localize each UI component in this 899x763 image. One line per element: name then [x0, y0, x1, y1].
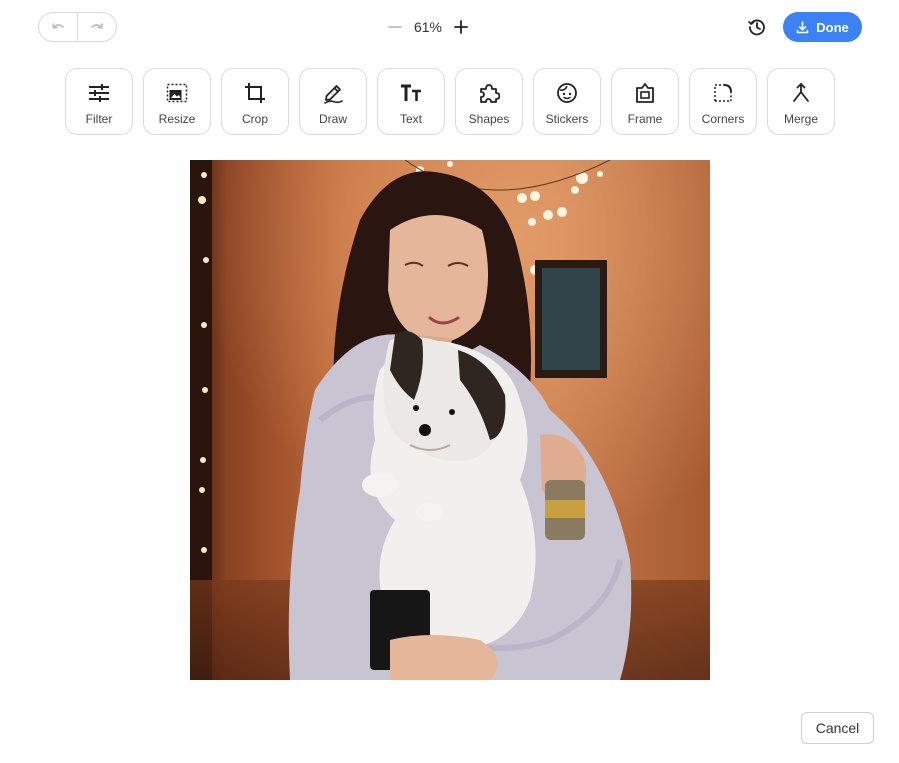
done-button[interactable]: Done — [783, 12, 862, 42]
plus-icon — [454, 20, 468, 34]
zoom-out-button[interactable] — [384, 16, 406, 38]
undo-redo-group — [38, 12, 117, 42]
corners-icon — [714, 84, 732, 102]
photo-of-woman-hugging-dog — [190, 160, 710, 680]
zoom-control: 61% — [384, 14, 472, 40]
crop-icon — [245, 83, 265, 103]
tool-stickers-label: Stickers — [545, 112, 589, 126]
tool-shapes-label: Shapes — [468, 112, 510, 126]
cancel-button[interactable]: Cancel — [801, 712, 874, 744]
tool-resize-label: Resize — [158, 112, 196, 126]
pen-icon — [324, 85, 343, 104]
redo-button[interactable] — [77, 13, 116, 41]
resize-icon — [166, 83, 188, 103]
tool-draw-label: Draw — [318, 112, 347, 126]
image-editor: 61% Done Filter Resize Crop Draw Text Sh… — [0, 0, 899, 763]
undo-button[interactable] — [39, 13, 77, 41]
tool-filter[interactable]: Filter — [65, 68, 133, 135]
tool-text[interactable]: Text — [377, 68, 445, 135]
undo-icon — [52, 23, 64, 29]
tool-draw[interactable]: Draw — [299, 68, 367, 135]
tool-text-label: Text — [399, 112, 422, 126]
tool-resize[interactable]: Resize — [143, 68, 211, 135]
frame-icon — [636, 83, 654, 103]
sliders-icon — [89, 84, 109, 102]
download-icon — [796, 20, 809, 33]
done-label: Done — [816, 19, 849, 35]
tool-frame[interactable]: Frame — [611, 68, 679, 135]
puzzle-icon — [480, 84, 500, 103]
tool-stickers[interactable]: Stickers — [533, 68, 601, 135]
tool-corners-label: Corners — [701, 112, 745, 126]
redo-icon — [91, 23, 103, 29]
tool-corners[interactable]: Corners — [689, 68, 757, 135]
tool-merge[interactable]: Merge — [767, 68, 835, 135]
tool-frame-label: Frame — [627, 112, 663, 126]
zoom-level: 61% — [413, 19, 443, 35]
sticker-icon — [557, 83, 577, 103]
tool-filter-label: Filter — [85, 112, 113, 126]
text-icon — [401, 84, 421, 101]
zoom-in-button[interactable] — [450, 16, 472, 38]
minus-icon — [388, 26, 402, 28]
tool-bar: Filter Resize Crop Draw Text Shapes Stic… — [65, 68, 835, 135]
merge-icon — [793, 83, 809, 102]
tool-crop[interactable]: Crop — [221, 68, 289, 135]
history-icon — [748, 19, 765, 36]
tool-shapes[interactable]: Shapes — [455, 68, 523, 135]
tool-merge-label: Merge — [783, 112, 818, 126]
canvas-image[interactable] — [190, 160, 710, 680]
history-button[interactable] — [745, 15, 769, 39]
tool-crop-label: Crop — [241, 112, 268, 126]
